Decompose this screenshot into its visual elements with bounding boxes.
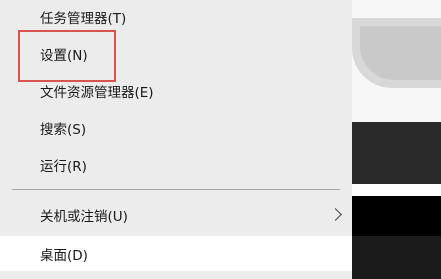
context-menu: 任务管理器(T) 设置(N) 文件资源管理器(E) 搜索(S) 运行(R) 关机…: [0, 0, 352, 279]
chevron-right-icon: [329, 208, 342, 221]
menu-item-label: 搜索(S): [40, 122, 87, 138]
menu-item-label: 任务管理器(T): [40, 11, 127, 27]
background-light-strip: [352, 184, 441, 196]
menu-separator: [12, 189, 340, 190]
background-dark-band: [352, 122, 441, 184]
menu-item-search[interactable]: 搜索(S): [0, 111, 352, 145]
menu-item-task-manager[interactable]: 任务管理器(T): [0, 0, 352, 34]
desktop-background: [352, 0, 441, 279]
menu-item-label: 文件资源管理器(E): [40, 85, 154, 101]
menu-item-desktop[interactable]: 桌面(D): [0, 236, 352, 271]
menu-item-label: 关机或注销(U): [40, 209, 128, 225]
background-black-band: [352, 196, 441, 236]
menu-item-run[interactable]: 运行(R): [0, 148, 352, 182]
menu-item-label: 桌面(D): [40, 247, 88, 264]
background-shape-inner: [360, 26, 441, 80]
menu-item-label: 运行(R): [40, 159, 87, 175]
highlight-annotation-box: [18, 30, 116, 82]
background-light-area: [352, 0, 441, 122]
background-dark-band-bottom: [352, 236, 441, 279]
menu-item-shutdown-or-sign-out[interactable]: 关机或注销(U): [0, 198, 352, 232]
